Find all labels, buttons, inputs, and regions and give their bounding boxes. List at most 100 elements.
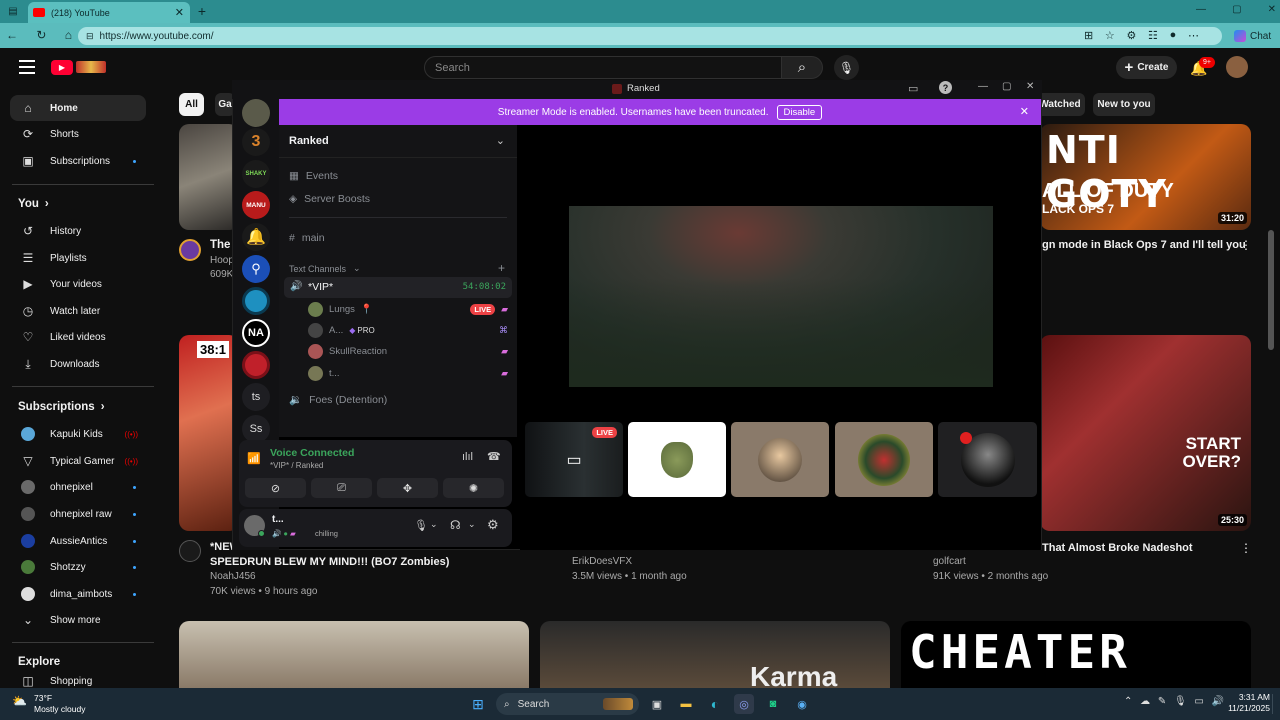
server-icon[interactable]: NA (242, 319, 270, 347)
discord-taskbar-icon[interactable]: ◎ (734, 694, 754, 714)
sidebar-item-watch-later[interactable]: ◷ Watch later (10, 298, 146, 324)
participant-tile[interactable] (938, 422, 1037, 497)
sub-kapuki-kids[interactable]: Kapuki Kids ((•)) (10, 421, 146, 447)
server-icon[interactable] (242, 287, 270, 315)
disable-streamer-mode-button[interactable]: Disable (776, 104, 823, 120)
server-icon[interactable]: 3 (242, 128, 270, 156)
volume-icon[interactable]: 🔊 (1212, 696, 1224, 712)
new-tab-icon[interactable]: + (195, 3, 209, 19)
chevron-up-icon[interactable]: ⌃ (1124, 696, 1132, 712)
favorite-star-icon[interactable]: ☆ (1105, 29, 1115, 43)
sidebar-item-downloads[interactable]: ⤓ Downloads (10, 351, 146, 377)
participant-tile[interactable] (835, 422, 933, 497)
close-tab-icon[interactable]: ✕ (175, 6, 184, 19)
video-thumbnail[interactable]: 38:1 (179, 335, 239, 531)
search-input[interactable]: Search (424, 56, 782, 79)
voice-user[interactable]: A... ◆ PRO ⌘ (308, 320, 508, 340)
disconnect-icon[interactable]: ☎ (487, 450, 501, 463)
close-banner-icon[interactable]: ✕ (1020, 105, 1029, 118)
microphone-icon[interactable]: 🎙 (414, 519, 428, 532)
sidebar-item-subscriptions[interactable]: ▣ Subscriptions (10, 148, 146, 174)
more-options-icon[interactable]: ⋯ (1188, 29, 1199, 43)
task-view-icon[interactable]: ▣ (647, 694, 667, 714)
voice-channel-vip[interactable]: 🔊 *VIP* 54:08:02 (284, 277, 512, 298)
refresh-icon[interactable]: ↻ (36, 28, 46, 44)
start-icon[interactable]: ⊞ (468, 694, 488, 714)
sub-ohnepixel-raw[interactable]: ohnepixel raw (10, 501, 146, 527)
chevron-down-icon[interactable]: ⌄ (496, 134, 505, 147)
maximize-icon[interactable]: ▢ (1232, 4, 1241, 18)
minimize-icon[interactable]: — (978, 81, 988, 92)
sidebar-item-liked-videos[interactable]: ♡ Liked videos (10, 324, 146, 350)
tab-actions-icon[interactable]: ▤ (7, 5, 19, 17)
page-scrollbar[interactable] (1268, 230, 1274, 350)
search-button[interactable]: ⌕ (781, 56, 823, 79)
voice-search-button[interactable]: 🎙 (834, 55, 859, 80)
channel-main[interactable]: # main (289, 232, 325, 244)
cloud-icon[interactable]: ☁ (1140, 696, 1150, 712)
sub-ohnepixel[interactable]: ohnepixel (10, 474, 146, 500)
subscriptions-header[interactable]: Subscriptions › (18, 401, 105, 413)
voice-user[interactable]: Lungs 📍 LIVE ▰ (308, 299, 508, 319)
server-boosts-channel[interactable]: ◈ Server Boosts (289, 193, 370, 205)
copilot-chat-button[interactable]: Chat (1234, 27, 1276, 45)
add-channel-icon[interactable]: + (498, 261, 505, 275)
activities-button[interactable]: ✥ (377, 478, 438, 498)
video-title[interactable]: That Almost Broke Nadeshot (1042, 541, 1193, 555)
server-icon[interactable]: Ss (242, 415, 270, 443)
server-icon[interactable] (242, 99, 270, 127)
clock[interactable]: 3:31 AM 11/21/2025 (1224, 692, 1270, 718)
chip-watched[interactable]: Watched (1035, 93, 1085, 116)
sidebar-item-your-videos[interactable]: ▶ Your videos (10, 271, 146, 297)
soundboard-button[interactable]: ✺ (443, 478, 504, 498)
server-icon[interactable]: MANU (242, 191, 270, 219)
profile-icon[interactable]: ● (1170, 29, 1177, 43)
camera-off-button[interactable]: ⊘ (245, 478, 306, 498)
video-thumbnail[interactable]: START OVER? (1040, 335, 1251, 531)
home-browser-icon[interactable]: ⌂ (65, 28, 72, 44)
participant-tile[interactable] (731, 422, 829, 497)
voice-channel-foes[interactable]: 🔉 Foes (Detention) (289, 393, 387, 407)
close-window-icon[interactable]: ✕ (1268, 4, 1276, 18)
voice-user[interactable]: SkullReaction ▰ (308, 341, 508, 361)
settings-gear-icon[interactable]: ⚙ (487, 517, 499, 533)
account-avatar[interactable] (1226, 56, 1248, 78)
pen-icon[interactable]: ✎ (1158, 696, 1166, 712)
sidebar-item-shorts[interactable]: ⟳ Shorts (10, 121, 146, 147)
video-thumbnail[interactable]: Karma (540, 621, 890, 688)
help-icon[interactable]: ? (939, 81, 952, 94)
sidebar-item-home[interactable]: ⌂ Home (10, 95, 146, 121)
server-icon[interactable]: SHAKY (242, 160, 270, 188)
file-explorer-icon[interactable]: ▬ (676, 694, 696, 714)
video-title[interactable]: The (210, 238, 230, 252)
location-pin-icon[interactable]: ⚲ (242, 255, 270, 283)
sidebar-item-history[interactable]: ↺ History (10, 218, 146, 244)
sub-aussieantics[interactable]: AussieAntics (10, 528, 146, 554)
bell-server-icon[interactable]: 🔔 (242, 223, 270, 251)
show-more-button[interactable]: ⌄ Show more (10, 607, 146, 633)
minimize-icon[interactable]: — (1196, 4, 1206, 18)
network-icon[interactable]: ▭ (1194, 696, 1203, 712)
sub-dima-aimbots[interactable]: dima_aimbots (10, 581, 146, 607)
chevron-down-icon[interactable]: ⌄ (430, 519, 438, 530)
screen-share-button[interactable]: ⎚ (311, 478, 372, 498)
server-icon[interactable]: ts (242, 383, 270, 411)
video-title[interactable]: SPEEDRUN BLEW MY MIND!!! (BO7 Zombies) (210, 555, 449, 569)
stream-video[interactable] (569, 206, 993, 387)
server-icon[interactable] (242, 351, 270, 379)
edge-icon[interactable]: ◐ (705, 694, 725, 714)
server-name[interactable]: Ranked (289, 135, 329, 147)
microphone-icon[interactable]: 🎙 (1174, 696, 1187, 712)
sub-shotzzy[interactable]: Shotzzy (10, 554, 146, 580)
you-header[interactable]: You › (18, 198, 49, 210)
browser-tab[interactable]: (218) YouTube ✕ (28, 2, 190, 23)
text-channels-category[interactable]: Text Channels ⌄ (289, 263, 361, 274)
headphones-icon[interactable]: ☊ (450, 518, 461, 532)
chevron-down-icon[interactable]: ⌄ (468, 519, 476, 530)
sidebar-item-shopping[interactable]: ◫ Shopping (10, 674, 146, 688)
youtube-logo[interactable]: ▶ (51, 59, 107, 75)
noise-suppression-icon[interactable]: ılıl (462, 451, 473, 463)
events-channel[interactable]: ▦ Events (289, 170, 338, 182)
app-available-icon[interactable]: ⊞ (1084, 29, 1093, 43)
video-title[interactable]: gn mode in Black Ops 7 and I'll tell you (1042, 238, 1246, 252)
